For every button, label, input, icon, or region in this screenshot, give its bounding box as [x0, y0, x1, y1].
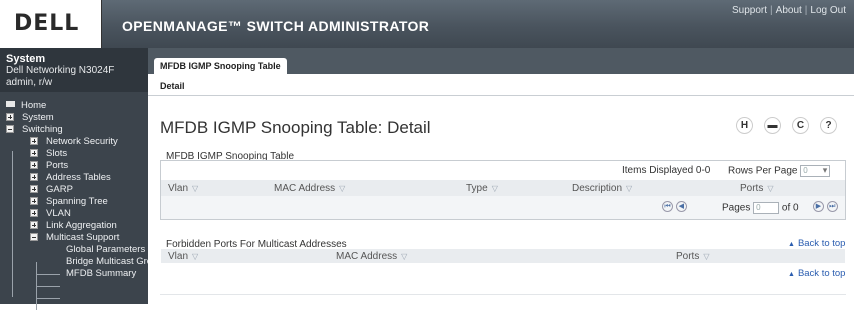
- collapse-icon[interactable]: [6, 125, 14, 133]
- system-info: System Dell Networking N3024F admin, r/w: [0, 48, 148, 92]
- app-header: DELL OPENMANAGE™ SWITCH ADMINISTRATOR Su…: [0, 0, 854, 48]
- expand-icon[interactable]: [6, 113, 14, 121]
- device-name: Dell Networking N3024F: [6, 65, 115, 76]
- sidebar-item-bridge-multicast-group[interactable]: Bridge Multicast Gro: [66, 256, 152, 268]
- home-icon: [6, 101, 15, 107]
- page-toolbar: H ▬ C ?: [736, 109, 846, 134]
- expand-icon[interactable]: [30, 149, 38, 157]
- top-links: Support | About | Log Out: [732, 5, 846, 16]
- sidebar-item-switching[interactable]: Switching: [6, 124, 63, 136]
- collapse-icon[interactable]: [30, 233, 38, 241]
- sub-tab-bar: Detail: [148, 74, 854, 96]
- page-title: MFDB IGMP Snooping Table: Detail: [160, 118, 431, 137]
- col-vlan[interactable]: Vlan ▽: [168, 183, 198, 194]
- sidebar-item-address-tables[interactable]: Address Tables: [30, 172, 111, 184]
- expand-icon[interactable]: [30, 197, 38, 205]
- sidebar-item-multicast-support[interactable]: Multicast Support: [30, 232, 119, 244]
- sidebar-item-global-parameters[interactable]: Global Parameters: [66, 244, 145, 256]
- tab-mfdb-igmp-snooping-table[interactable]: MFDB IGMP Snooping Table: [154, 58, 287, 74]
- help-icon[interactable]: ?: [820, 117, 837, 134]
- col-description[interactable]: Description ▽: [572, 183, 632, 194]
- expand-icon[interactable]: [30, 161, 38, 169]
- sidebar-item-slots[interactable]: Slots: [30, 148, 67, 160]
- sidebar-item-network-security[interactable]: Network Security: [30, 136, 118, 148]
- sidebar: System Dell Networking N3024F admin, r/w…: [0, 48, 152, 310]
- rows-per-page: Rows Per Page 0: [728, 165, 831, 177]
- sidebar-item-home[interactable]: Home: [6, 100, 46, 112]
- back-to-top-link[interactable]: ▲ Back to top: [788, 238, 845, 249]
- expand-icon[interactable]: [30, 209, 38, 217]
- back-to-top-link-2[interactable]: ▲ Back to top: [788, 268, 845, 279]
- sidebar-item-ports[interactable]: Ports: [30, 160, 68, 172]
- pager: Pages 0 of 0: [722, 202, 799, 214]
- page-input[interactable]: 0: [753, 202, 780, 214]
- dell-logo: DELL: [0, 0, 102, 48]
- expand-icon[interactable]: [30, 221, 38, 229]
- expand-icon[interactable]: [30, 173, 38, 181]
- sidebar-item-link-aggregation[interactable]: Link Aggregation: [30, 220, 117, 232]
- prev-page-icon[interactable]: ◀: [675, 201, 687, 212]
- user-info: admin, r/w: [6, 77, 53, 88]
- sidebar-item-spanning-tree[interactable]: Spanning Tree: [30, 196, 108, 208]
- first-page-icon[interactable]: ⏮: [662, 201, 673, 212]
- sidebar-item-mfdb-summary[interactable]: MFDB Summary: [66, 268, 136, 280]
- expand-icon[interactable]: [30, 185, 38, 193]
- save-icon[interactable]: H: [736, 117, 753, 134]
- subtab-detail[interactable]: Detail: [160, 81, 185, 91]
- expand-icon[interactable]: [30, 137, 38, 145]
- refresh-icon[interactable]: C: [792, 117, 809, 134]
- col-mac-address[interactable]: MAC Address ▽: [274, 183, 345, 194]
- items-displayed: Items Displayed 0-0: [622, 165, 711, 176]
- print-icon[interactable]: ▬: [764, 117, 781, 134]
- about-link[interactable]: About: [776, 5, 802, 16]
- col-ports[interactable]: Ports ▽: [740, 183, 774, 194]
- col-ports-2[interactable]: Ports ▽: [676, 251, 710, 262]
- support-link[interactable]: Support: [732, 5, 767, 16]
- sidebar-item-system[interactable]: System: [6, 112, 54, 124]
- system-title[interactable]: System: [6, 53, 142, 65]
- sidebar-item-garp[interactable]: GARP: [30, 184, 73, 196]
- last-page-icon[interactable]: ⏭: [826, 201, 838, 212]
- pager-prev: ⏮ ◀: [662, 201, 687, 212]
- col-mac-address-2[interactable]: MAC Address ▽: [336, 251, 407, 262]
- main-content: MFDB IGMP Snooping Table Detail MFDB IGM…: [148, 48, 854, 304]
- divider: [160, 294, 846, 295]
- rows-per-page-select[interactable]: 0: [800, 165, 831, 177]
- next-page-icon[interactable]: ▶: [813, 201, 824, 212]
- sidebar-item-vlan[interactable]: VLAN: [30, 208, 71, 220]
- col-vlan-2[interactable]: Vlan ▽: [168, 251, 198, 262]
- pager-next: ▶ ⏭: [813, 201, 838, 212]
- app-title: OPENMANAGE™ SWITCH ADMINISTRATOR: [122, 18, 430, 34]
- col-type[interactable]: Type ▽: [466, 183, 498, 194]
- logout-link[interactable]: Log Out: [810, 5, 846, 16]
